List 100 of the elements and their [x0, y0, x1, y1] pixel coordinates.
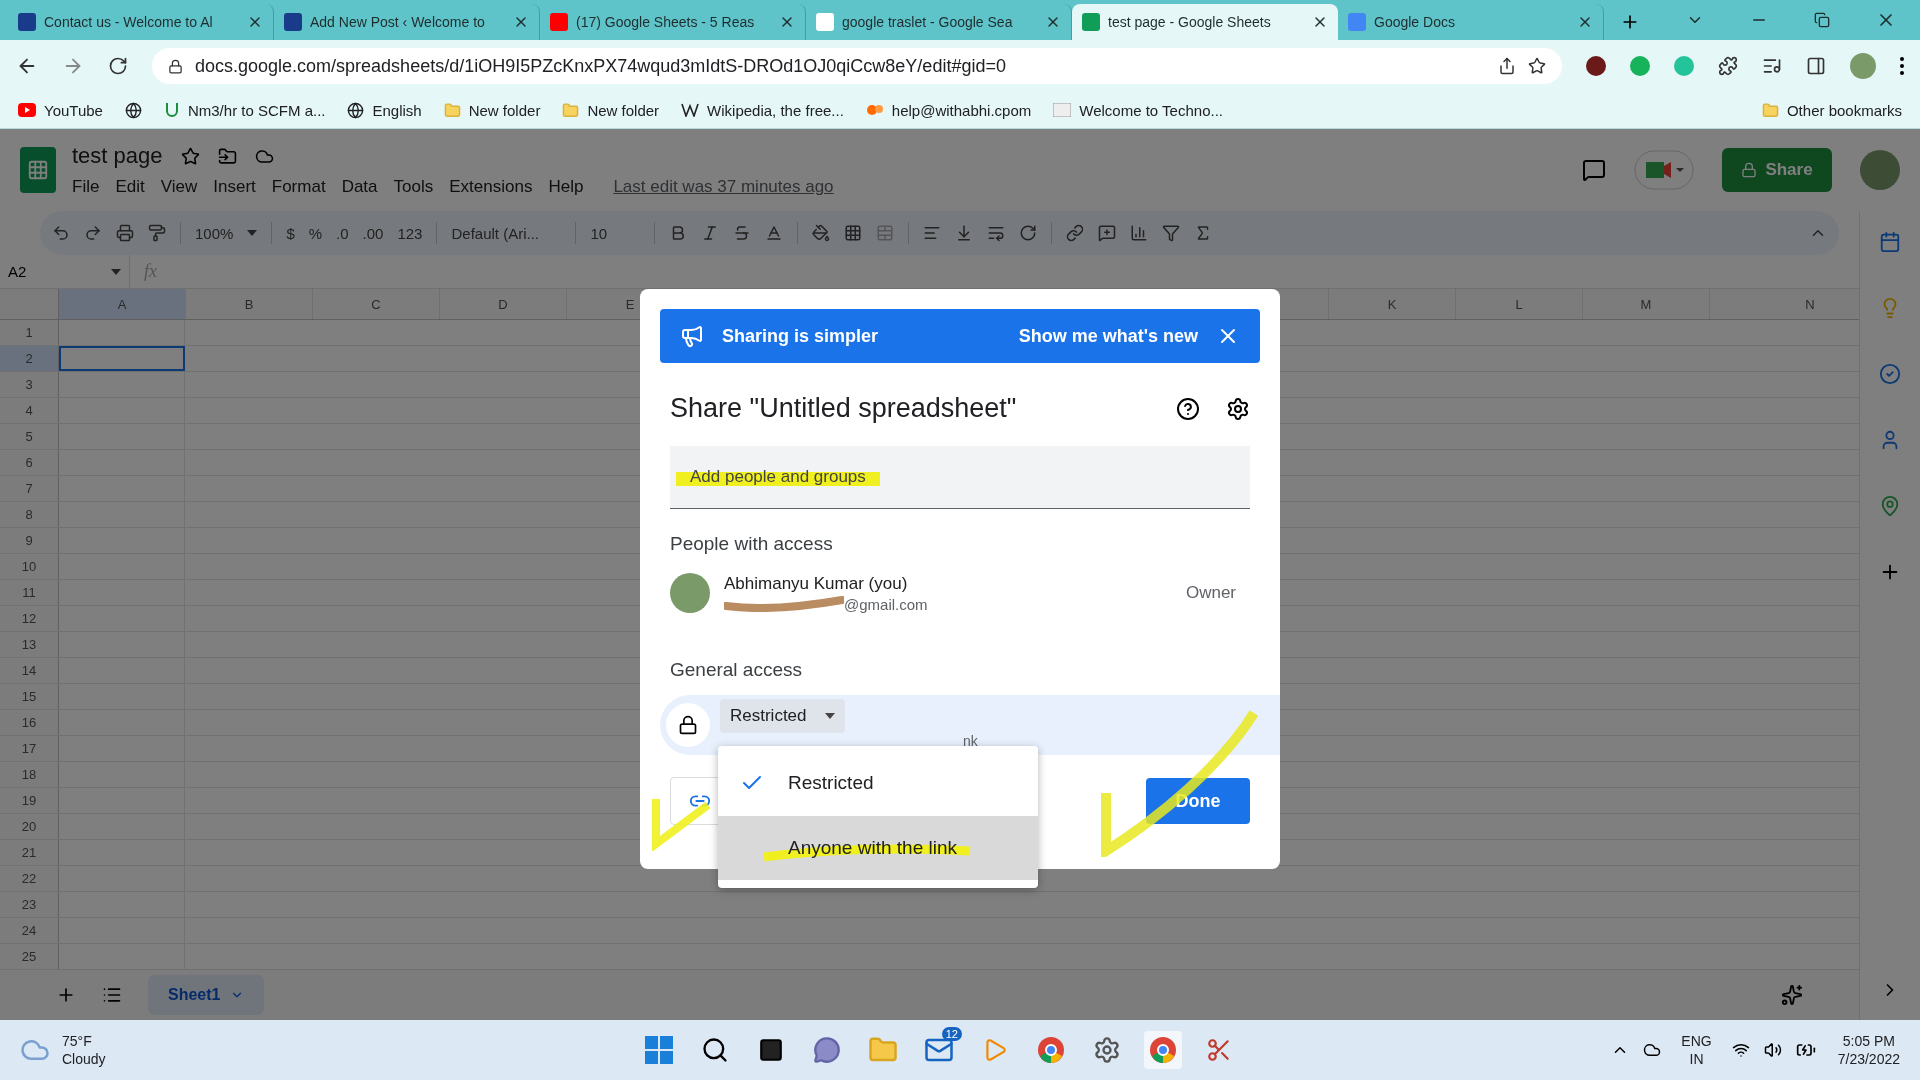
bookmark-link[interactable]: Welcome to Techno... — [1053, 101, 1223, 119]
percent-button[interactable]: % — [308, 224, 323, 242]
link-icon[interactable] — [1066, 224, 1085, 242]
volume-icon[interactable] — [1763, 1041, 1782, 1059]
selected-cell[interactable] — [59, 346, 185, 371]
restore-icon[interactable] — [1814, 12, 1830, 28]
language-indicator[interactable]: ENG IN — [1675, 1031, 1718, 1069]
decrease-decimal-button[interactable]: .0 — [336, 224, 349, 242]
comment-icon[interactable] — [1582, 158, 1606, 182]
video-camera-icon[interactable] — [1634, 150, 1694, 190]
align-left-icon[interactable] — [923, 224, 942, 242]
fill-color-icon[interactable] — [812, 224, 831, 242]
strikethrough-icon[interactable] — [733, 224, 752, 242]
font-size-dropdown[interactable]: 10 — [590, 224, 641, 242]
menu-item[interactable]: Edit — [115, 177, 145, 197]
bookmark-link[interactable]: New folder — [443, 101, 541, 119]
currency-button[interactable]: $ — [286, 224, 295, 242]
column-header[interactable]: K — [1329, 289, 1456, 319]
tasks-icon[interactable] — [1879, 363, 1901, 385]
bookmark-link[interactable]: English — [347, 101, 422, 119]
access-dropdown[interactable]: Restricted — [720, 699, 845, 733]
browser-icon[interactable] — [1144, 1031, 1182, 1069]
reload-icon[interactable] — [108, 56, 128, 76]
move-folder-icon[interactable] — [217, 146, 237, 166]
undo-icon[interactable] — [52, 224, 70, 242]
column-header[interactable]: D — [440, 289, 567, 319]
column-header[interactable]: B — [186, 289, 313, 319]
menu-item[interactable]: Insert — [213, 177, 256, 197]
print-icon[interactable] — [116, 224, 134, 242]
extension-icon[interactable] — [1586, 56, 1606, 76]
settings-icon[interactable] — [1226, 396, 1250, 421]
share-icon[interactable] — [1498, 57, 1516, 75]
favicon-icon — [1082, 13, 1100, 31]
borders-icon[interactable] — [844, 224, 863, 242]
avatar-icon[interactable] — [1860, 150, 1900, 190]
menu-item[interactable]: Tools — [393, 177, 434, 197]
bookmark-link[interactable]: Other bookmarks — [1761, 101, 1902, 119]
zoom-dropdown[interactable]: 100% — [195, 224, 234, 242]
last-edit-link[interactable]: Last edit was 37 minutes ago — [613, 177, 834, 197]
show-new-link[interactable]: Show me what's new — [1018, 325, 1198, 347]
menu-item[interactable]: Format — [271, 177, 326, 197]
bookmark-link[interactable]: New folder — [562, 101, 660, 119]
map-pin-icon[interactable] — [1879, 495, 1901, 517]
clock[interactable]: 5:05 PM 7/23/2022 — [1829, 1031, 1900, 1069]
star-icon[interactable] — [1528, 57, 1546, 75]
explore-icon[interactable] — [1781, 984, 1803, 1006]
bookmark-link[interactable] — [124, 101, 142, 119]
bookmark-link[interactable]: Nm3/hr to SCFM a... — [163, 101, 326, 119]
calendar-icon[interactable] — [1879, 231, 1901, 253]
text-color-icon[interactable] — [765, 224, 784, 242]
cloud-icon[interactable] — [1643, 1041, 1662, 1059]
column-header[interactable]: C — [313, 289, 440, 319]
bookmark-link[interactable]: YouTube — [18, 101, 103, 119]
chart-icon[interactable] — [1130, 224, 1149, 242]
row-header[interactable]: 2 — [0, 346, 59, 371]
sheet-tab[interactable]: Sheet1 — [148, 975, 265, 1015]
add-comment-icon[interactable] — [1098, 224, 1117, 242]
menu-item[interactable]: Help — [548, 177, 584, 197]
lock-icon — [666, 703, 710, 747]
browser-tab[interactable]: test page - Google Sheets — [1072, 4, 1338, 40]
page-thumbnail-icon — [1053, 103, 1072, 117]
share-button[interactable]: Share — [1722, 148, 1832, 192]
section-heading: General access — [670, 659, 803, 681]
paint-format-icon[interactable] — [148, 224, 166, 242]
temperature-label[interactable]: 75°F — [62, 1031, 106, 1050]
redo-icon[interactable] — [84, 224, 102, 242]
menu-item[interactable]: Extensions — [449, 177, 533, 197]
column-header[interactable]: A — [59, 289, 186, 319]
font-dropdown[interactable]: Default (Ari... — [451, 224, 562, 242]
add-people-field[interactable]: Add people and groups — [670, 446, 1250, 509]
increase-decimal-button[interactable]: .00 — [362, 224, 384, 242]
menu-item[interactable]: File — [72, 177, 100, 197]
name-box[interactable]: A2 — [0, 255, 130, 288]
help-icon[interactable] — [1176, 396, 1200, 421]
merge-cells-icon[interactable] — [876, 224, 895, 242]
avatar-icon[interactable] — [1850, 53, 1876, 79]
weather-label[interactable]: Cloudy — [62, 1050, 106, 1069]
extensions-icon[interactable] — [1718, 56, 1738, 76]
caret-icon — [111, 268, 121, 275]
wrap-text-icon[interactable] — [987, 224, 1006, 242]
filter-icon[interactable] — [1162, 224, 1181, 242]
menu-item[interactable]: Data — [341, 177, 378, 197]
more-formats-dropdown[interactable]: 123 — [397, 224, 423, 242]
text-rotation-icon[interactable] — [1019, 224, 1038, 242]
column-header[interactable]: N — [1710, 289, 1859, 319]
column-header[interactable]: M — [1583, 289, 1710, 319]
menu-item[interactable]: View — [160, 177, 198, 197]
wifi-icon[interactable] — [1731, 1041, 1750, 1059]
address-bar[interactable]: docs.google.com/spreadsheets/d/1iOH9I5PZcKnxPX74wqud3mIdtS-DROd1OJ0qiCcw8eY/edit#gid=0 — [152, 48, 1562, 84]
all-sheets-icon[interactable] — [102, 985, 122, 1005]
menu-option[interactable]: Restricted — [718, 750, 1038, 816]
side-panel-icon[interactable] — [1806, 56, 1826, 76]
sheets-logo-icon[interactable] — [20, 147, 56, 193]
document-title[interactable]: test page — [72, 143, 163, 169]
bookmark-link[interactable]: Wikipedia, the free... — [681, 101, 844, 119]
media-queue-icon[interactable] — [1762, 56, 1782, 76]
bookmark-link[interactable]: help@withabhi.cpom — [865, 101, 1032, 119]
column-header[interactable]: L — [1456, 289, 1583, 319]
more-icon[interactable] — [1900, 57, 1904, 75]
star-icon[interactable] — [180, 146, 200, 166]
